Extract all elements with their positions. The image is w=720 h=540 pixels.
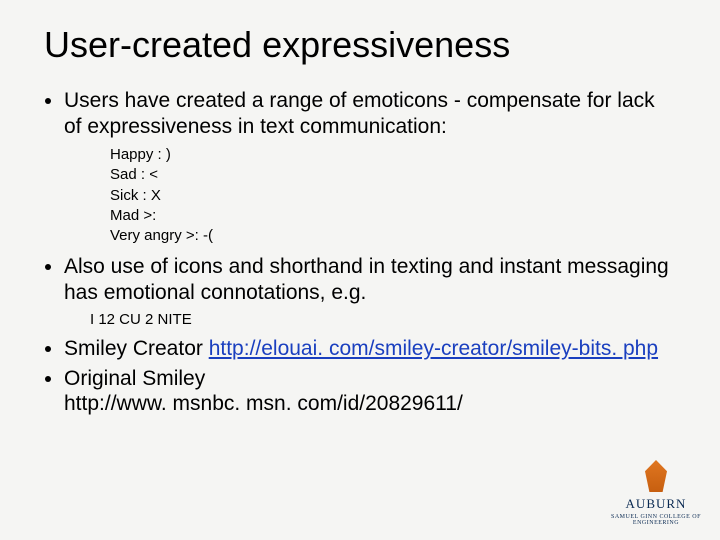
bullet-3: Smiley Creator http://elouai. com/smiley… xyxy=(64,336,676,362)
emoticon-mad: Mad >: xyxy=(110,206,676,226)
bullet-list-3: Smiley Creator http://elouai. com/smiley… xyxy=(44,336,676,417)
slide-title: User-created expressiveness xyxy=(44,24,676,66)
bullet-3-text: Smiley Creator xyxy=(64,337,209,360)
bullet-4-text: Original Smiley xyxy=(64,367,205,390)
bullet-4: Original Smiley http://www. msnbc. msn. … xyxy=(64,366,676,417)
emoticon-list: Happy : ) Sad : < Sick : X Mad >: Very a… xyxy=(110,145,676,246)
auburn-logo: AUBURN SAMUEL GINN COLLEGE OF ENGINEERIN… xyxy=(610,460,702,526)
bullet-list-2: Also use of icons and shorthand in texti… xyxy=(44,254,676,305)
bullet-2: Also use of icons and shorthand in texti… xyxy=(64,254,676,305)
emoticon-sick: Sick : X xyxy=(110,186,676,206)
emoticon-sad: Sad : < xyxy=(110,165,676,185)
bullet-1: Users have created a range of emoticons … xyxy=(64,88,676,139)
auburn-logo-name: AUBURN xyxy=(610,496,702,512)
slide: User-created expressiveness Users have c… xyxy=(0,0,720,540)
emoticon-very-angry: Very angry >: -( xyxy=(110,226,676,246)
bullet-list: Users have created a range of emoticons … xyxy=(44,88,676,139)
emoticon-happy: Happy : ) xyxy=(110,145,676,165)
shorthand-example: I 12 CU 2 NITE xyxy=(90,310,676,330)
smiley-creator-link[interactable]: http://elouai. com/smiley-creator/smiley… xyxy=(209,337,658,360)
original-smiley-link: http://www. msnbc. msn. com/id/20829611/ xyxy=(64,392,463,415)
auburn-logo-mark xyxy=(645,460,667,492)
auburn-logo-sub: SAMUEL GINN COLLEGE OF ENGINEERING xyxy=(610,514,702,526)
